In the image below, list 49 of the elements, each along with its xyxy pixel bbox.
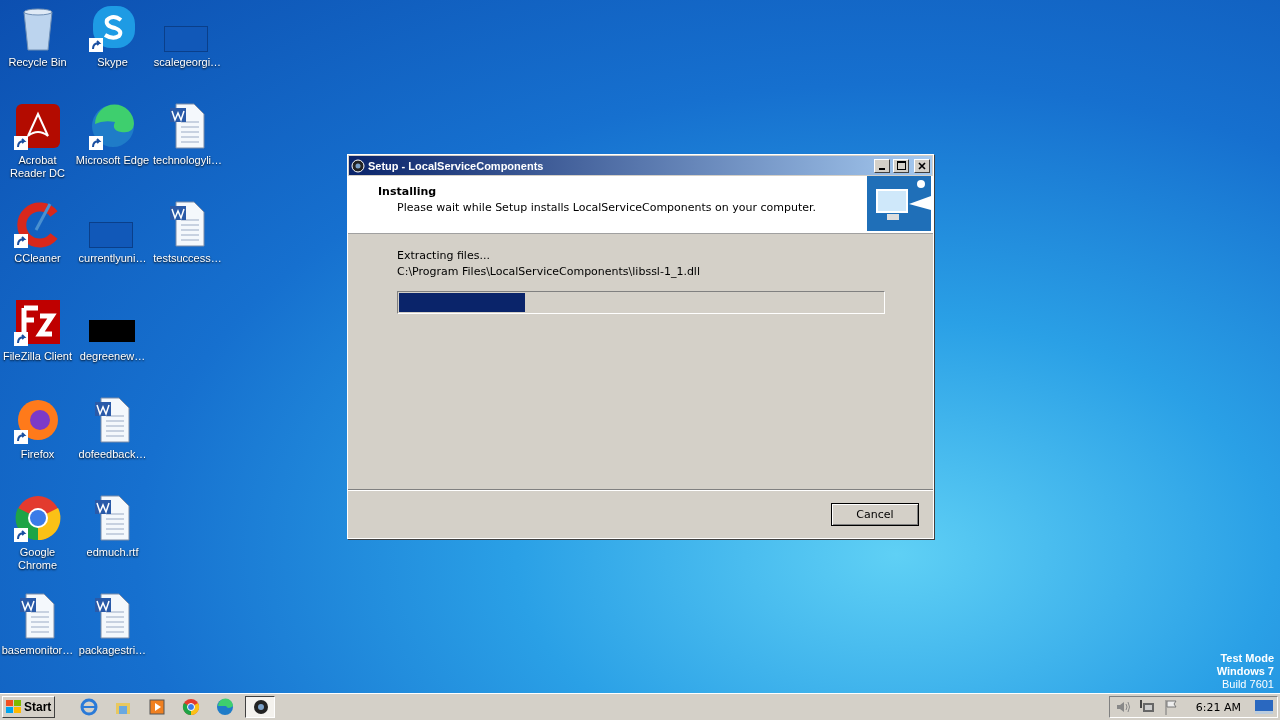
clock: 6:21 AM xyxy=(1195,700,1241,714)
acrobat-icon xyxy=(13,102,62,150)
status-text: Extracting files... xyxy=(397,248,491,264)
maximize-icon xyxy=(896,161,906,170)
taskbar-task-button[interactable] xyxy=(245,696,276,718)
desktop-icon-label[interactable]: Acrobat Reader DC xyxy=(0,154,75,180)
minimize-icon xyxy=(879,167,885,170)
maximize-button[interactable] xyxy=(893,158,909,173)
close-button[interactable] xyxy=(914,158,930,173)
setup-disc-icon xyxy=(351,158,365,173)
desktop-icon-label[interactable]: testsuccess… xyxy=(153,252,222,265)
desktop-icon-label[interactable]: degreenew… xyxy=(79,350,146,363)
show-desktop-icon[interactable] xyxy=(1255,700,1273,714)
desktop-icon-label[interactable]: Skype xyxy=(97,56,128,69)
page-subheading: Please wait while Setup installs LocalServiceComponents on your computer. xyxy=(397,201,817,214)
cancel-button[interactable]: Cancel xyxy=(831,502,919,526)
desktop-icon-label[interactable]: CCleaner xyxy=(14,252,61,265)
window-title: Setup - LocalServiceComponents xyxy=(368,159,545,172)
desktop-icon-label[interactable]: dofeedback… xyxy=(78,448,147,461)
desktop-mode-text: Build 7601 xyxy=(1222,678,1274,691)
minimize-button[interactable] xyxy=(874,158,890,173)
desktop-icon-label[interactable]: Recycle Bin xyxy=(8,56,67,69)
desktop-icon-label[interactable]: basemonitor… xyxy=(1,644,74,657)
image-thumbnail-icon xyxy=(88,320,135,342)
chrome-icon xyxy=(182,698,201,716)
desktop-icon-label[interactable]: packagestri… xyxy=(78,644,147,657)
media-player-icon xyxy=(148,698,167,716)
chrome-icon xyxy=(13,494,62,542)
desktop-icon-label[interactable]: scalegeorgi… xyxy=(153,56,222,69)
internet-explorer-icon xyxy=(80,698,99,716)
desktop-mode-text: Windows 7 xyxy=(1216,665,1274,678)
desktop-mode-text: Test Mode xyxy=(1220,652,1274,665)
file-path-text: C:\Program Files\LocalServiceComponents\libssl-1_1.dll xyxy=(397,264,701,280)
setup-disc-icon xyxy=(252,698,269,716)
filezilla-icon xyxy=(13,298,62,346)
desktop-icon-label[interactable]: Microsoft Edge xyxy=(75,154,150,167)
file-icon xyxy=(163,26,208,52)
page-heading: Installing xyxy=(378,185,438,198)
desktop-icon-label[interactable]: edmuch.rtf xyxy=(86,546,139,559)
start-button[interactable]: Start xyxy=(2,696,56,718)
desktop-icon-label[interactable]: currentlyuni… xyxy=(78,252,147,265)
close-icon xyxy=(918,161,926,170)
edge-icon xyxy=(216,698,235,716)
file-icon xyxy=(88,222,133,248)
windows-logo-icon xyxy=(6,700,22,714)
desktop-icon-label[interactable]: Google Chrome xyxy=(0,546,75,572)
desktop-icon-label[interactable]: FileZilla Client xyxy=(2,350,73,363)
desktop-icon-label[interactable]: technologyli… xyxy=(152,154,223,167)
desktop-icon-label[interactable]: Firefox xyxy=(20,448,55,461)
